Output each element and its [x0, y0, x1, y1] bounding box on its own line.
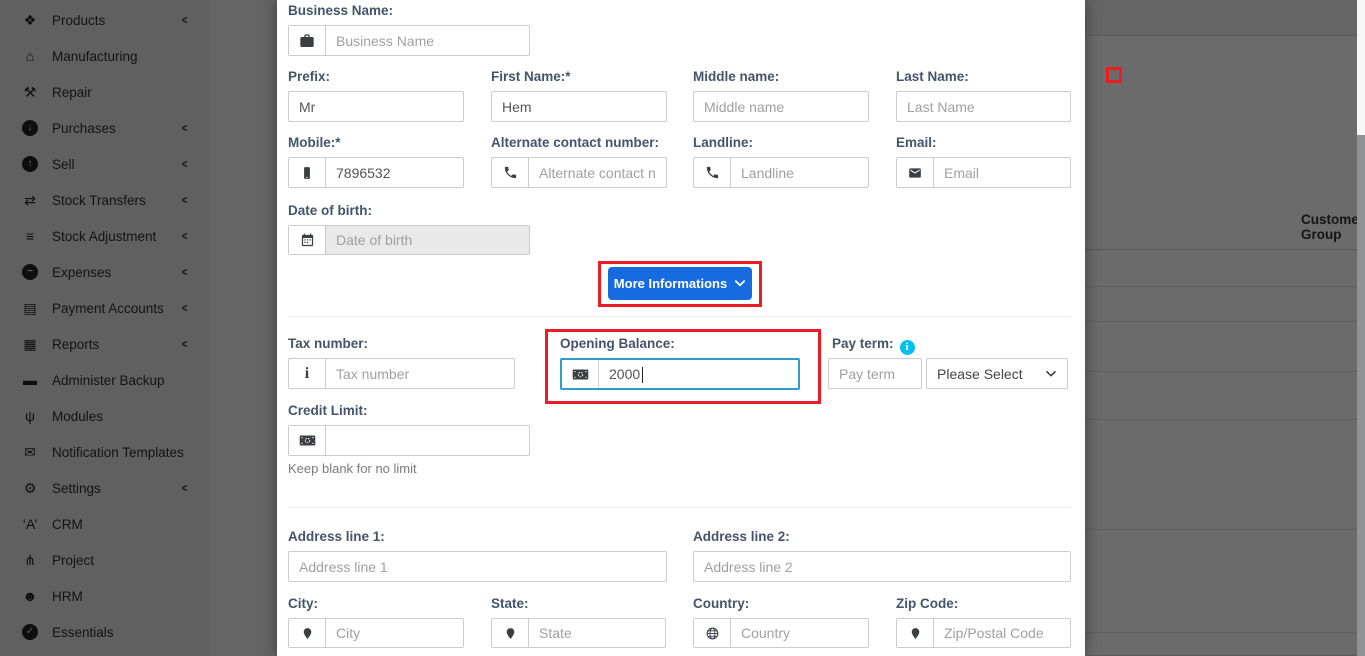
state-group — [491, 618, 666, 648]
country-input[interactable] — [731, 619, 868, 647]
tax-number-group: i — [288, 358, 515, 389]
mobile-group — [288, 157, 464, 188]
phone-icon — [492, 158, 529, 187]
credit-limit-input[interactable] — [326, 426, 529, 455]
alt-contact-group — [491, 157, 667, 188]
calendar-icon — [289, 226, 326, 254]
chevron-down-icon — [734, 279, 746, 288]
dob-label: Date of birth: — [288, 203, 372, 218]
mobile-label: Mobile:* — [288, 135, 341, 150]
phone-icon — [694, 158, 731, 187]
landline-label: Landline: — [693, 135, 753, 150]
credit-limit-helper: Keep blank for no limit — [288, 461, 417, 476]
envelope-icon — [897, 158, 934, 187]
state-label: State: — [491, 596, 529, 611]
business-name-input[interactable] — [326, 26, 529, 55]
business-name-group — [288, 25, 530, 56]
tax-number-label: Tax number: — [288, 336, 368, 351]
first-name-input[interactable] — [491, 91, 667, 122]
landline-input[interactable] — [731, 158, 868, 187]
last-name-label: Last Name: — [896, 69, 969, 84]
pay-term-select-value: Please Select — [937, 366, 1023, 382]
landline-group — [693, 157, 869, 188]
city-group — [288, 618, 464, 648]
map-marker-icon — [897, 619, 934, 647]
pay-term-label: Pay term:i — [832, 336, 915, 355]
tax-number-input[interactable] — [326, 359, 514, 388]
email-label: Email: — [896, 135, 937, 150]
map-marker-icon — [492, 619, 529, 647]
money-bill-icon — [289, 426, 326, 455]
email-input[interactable] — [934, 158, 1070, 187]
zip-code-input[interactable] — [934, 619, 1070, 647]
address-line1-input[interactable] — [288, 551, 667, 582]
globe-icon — [694, 619, 731, 647]
divider — [288, 507, 1071, 508]
city-label: City: — [288, 596, 318, 611]
pay-term-input[interactable] — [828, 358, 922, 389]
address-line2-label: Address line 2: — [693, 529, 790, 544]
business-name-label: Business Name: — [288, 3, 393, 18]
address-line1-label: Address line 1: — [288, 529, 385, 544]
opening-balance-label: Opening Balance: — [560, 336, 675, 351]
alt-contact-label: Alternate contact number: — [491, 135, 659, 150]
text-cursor — [642, 367, 643, 383]
add-contact-modal: Business Name: Prefix: First Name:* Midd… — [277, 0, 1085, 656]
info-i-icon: i — [289, 359, 326, 388]
scrollbar-thumb[interactable] — [1357, 0, 1365, 135]
divider — [288, 316, 1071, 317]
email-group — [896, 157, 1071, 188]
prefix-label: Prefix: — [288, 69, 330, 84]
last-name-input[interactable] — [896, 91, 1071, 122]
opening-balance-input[interactable] — [599, 360, 798, 388]
prefix-input[interactable] — [288, 91, 464, 122]
state-input[interactable] — [529, 619, 665, 647]
first-name-label: First Name:* — [491, 69, 571, 84]
more-informations-button[interactable]: More Informations — [608, 267, 752, 300]
country-label: Country: — [693, 596, 749, 611]
country-group — [693, 618, 869, 648]
zip-code-label: Zip Code: — [896, 596, 958, 611]
city-input[interactable] — [326, 619, 463, 647]
info-circle-icon[interactable]: i — [900, 340, 915, 355]
middle-name-label: Middle name: — [693, 69, 779, 84]
pay-term-select[interactable]: Please Select — [926, 358, 1068, 389]
zip-code-group — [896, 618, 1071, 648]
briefcase-icon — [289, 26, 326, 55]
money-bill-icon — [562, 360, 599, 388]
dob-group — [288, 225, 530, 255]
address-line2-input[interactable] — [693, 551, 1071, 582]
more-informations-label: More Informations — [614, 276, 727, 291]
map-marker-icon — [289, 619, 326, 647]
credit-limit-group — [288, 425, 530, 456]
mobile-input[interactable] — [326, 158, 463, 187]
opening-balance-group — [560, 358, 800, 390]
middle-name-input[interactable] — [693, 91, 869, 122]
mobile-phone-icon — [289, 158, 326, 187]
alt-contact-input[interactable] — [529, 158, 666, 187]
vertical-scrollbar[interactable] — [1357, 0, 1365, 656]
dob-input[interactable] — [326, 226, 529, 254]
chevron-down-icon — [1045, 370, 1057, 378]
credit-limit-label: Credit Limit: — [288, 403, 368, 418]
app-window: All y Show + Add Acti Customer Group⇅Add… — [0, 0, 1365, 656]
